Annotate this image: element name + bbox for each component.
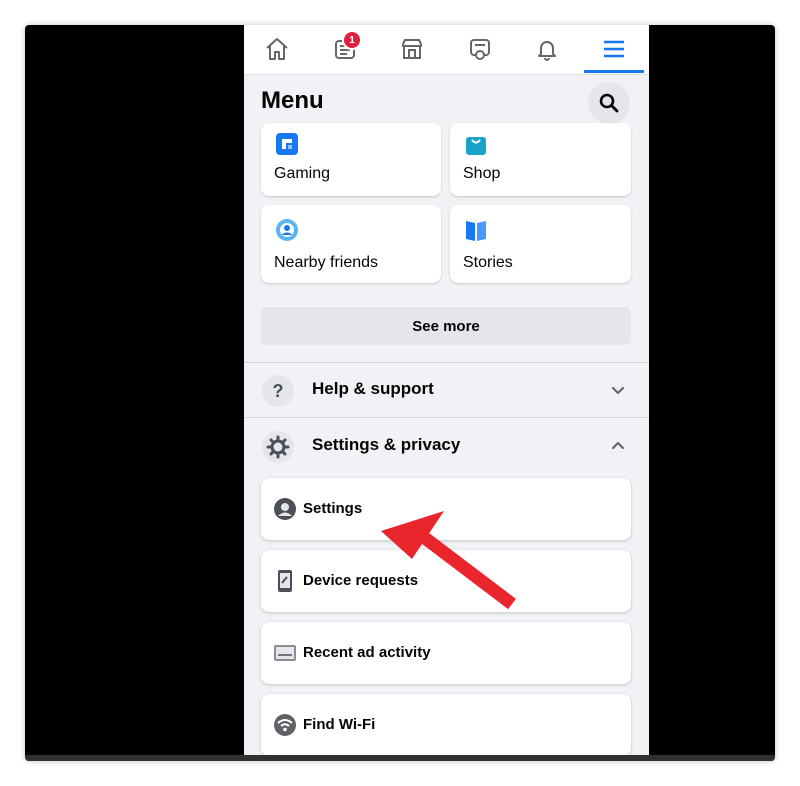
notification-badge: 1 xyxy=(342,30,362,50)
gaming-icon xyxy=(276,133,298,155)
nearby-friends-icon xyxy=(276,219,298,241)
shortcut-stories[interactable]: Stories xyxy=(450,205,631,283)
recent-ad-activity-label: Recent ad activity xyxy=(303,644,431,661)
nav-menu[interactable] xyxy=(594,31,634,67)
nav-notifications[interactable] xyxy=(527,31,567,67)
active-tab-indicator xyxy=(584,70,644,73)
shortcut-label: Stories xyxy=(463,254,513,271)
settings-item[interactable]: Settings xyxy=(261,478,631,540)
chevron-up-icon xyxy=(611,441,625,450)
wifi-icon xyxy=(274,714,296,736)
account-settings-icon xyxy=(274,498,296,520)
help-support-section[interactable]: ? Help & support xyxy=(244,363,649,417)
page-title: Menu xyxy=(261,87,324,114)
nav-watch[interactable] xyxy=(460,31,500,67)
help-icon-wrap: ? xyxy=(262,375,294,407)
search-icon xyxy=(599,93,619,113)
recent-ad-activity-item[interactable]: Recent ad activity xyxy=(261,622,631,684)
marketplace-icon xyxy=(402,39,422,59)
see-more-button[interactable]: See more xyxy=(261,307,631,345)
device-requests-item[interactable]: Device requests xyxy=(261,550,631,612)
question-icon: ? xyxy=(273,381,284,401)
frame-bottom-strip xyxy=(25,755,775,761)
shortcut-nearby-friends[interactable]: Nearby friends xyxy=(261,205,441,283)
video-frame: 1 Menu Gaming Shop Nearby friends Storie… xyxy=(25,25,775,761)
shortcut-label: Nearby friends xyxy=(274,254,379,271)
ad-activity-icon xyxy=(274,645,296,661)
shortcut-label: Shop xyxy=(463,165,501,182)
settings-privacy-section[interactable]: Settings & privacy xyxy=(244,419,649,473)
nav-news-feed[interactable]: 1 xyxy=(325,30,365,67)
shortcut-gaming[interactable]: Gaming xyxy=(261,123,441,196)
watch-icon xyxy=(470,39,490,60)
help-support-label: Help & support xyxy=(312,379,434,398)
divider xyxy=(244,417,649,418)
settings-privacy-label: Settings & privacy xyxy=(312,435,461,454)
stories-icon xyxy=(466,221,486,241)
shop-icon xyxy=(466,137,486,155)
gear-icon-wrap xyxy=(262,431,294,463)
search-button[interactable] xyxy=(588,82,630,124)
home-icon xyxy=(266,38,288,60)
shortcut-shop[interactable]: Shop xyxy=(450,123,631,196)
nav-home[interactable] xyxy=(257,31,297,67)
phone-screen: 1 Menu Gaming Shop Nearby friends Storie… xyxy=(244,25,649,755)
settings-label: Settings xyxy=(303,500,363,517)
gear-icon xyxy=(266,435,290,459)
bell-icon xyxy=(538,41,556,61)
shortcut-label: Gaming xyxy=(274,165,331,182)
hamburger-menu-icon xyxy=(604,40,624,58)
top-navigation-bar: 1 xyxy=(244,25,649,75)
nav-marketplace[interactable] xyxy=(392,31,432,67)
device-icon xyxy=(278,570,292,592)
find-wifi-item[interactable]: Find Wi-Fi xyxy=(261,694,631,755)
find-wifi-label: Find Wi-Fi xyxy=(303,716,376,733)
chevron-down-icon xyxy=(611,386,625,395)
svg-text:?: ? xyxy=(273,381,284,401)
device-requests-label: Device requests xyxy=(303,572,419,589)
